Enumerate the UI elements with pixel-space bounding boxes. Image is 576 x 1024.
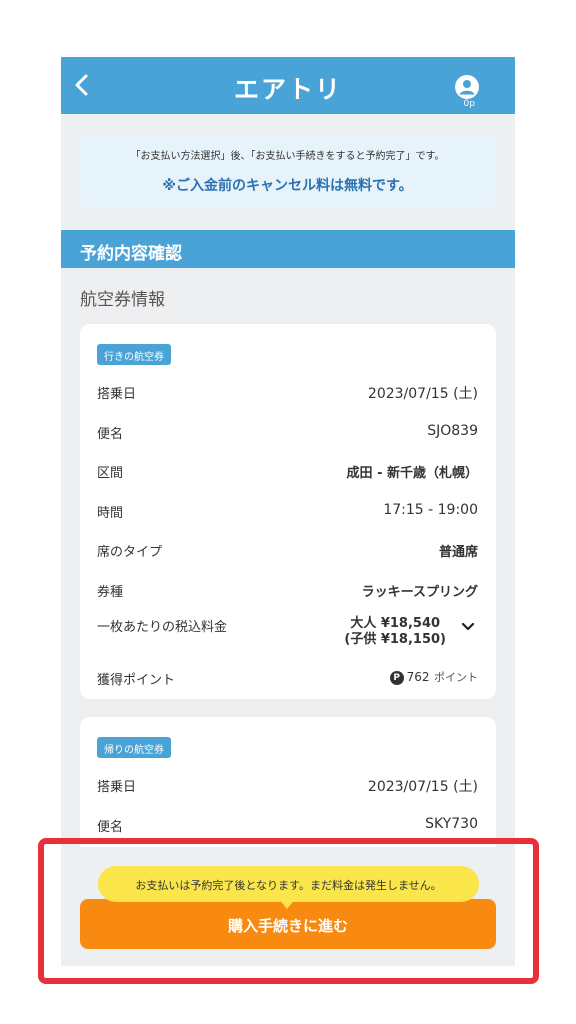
row-label: 席のタイプ	[97, 545, 163, 560]
payment-info-bubble: お支払いは予約完了後となります。まだ料金は発生しません。	[98, 866, 479, 902]
row-value: 17:15 - 19:00	[383, 502, 478, 518]
row-time: 時間 17:15 - 19:00	[97, 499, 478, 523]
free-cancel-text: ※ご入金前のキャンセル料は無料です。	[162, 178, 413, 194]
app-header: エアトリ 0p	[61, 57, 515, 114]
row-value: 2023/07/15 (土)	[367, 779, 478, 795]
row-label: 便名	[97, 820, 124, 835]
row-label: 獲得ポイント	[97, 673, 176, 688]
fare-child: (子供 ¥18,150)	[344, 632, 446, 647]
row-flight-number: 便名 SJO839	[97, 420, 478, 444]
row-label: 便名	[97, 427, 124, 442]
row-label: 時間	[97, 506, 124, 521]
user-circle-icon[interactable]	[455, 75, 479, 99]
app-screen: エアトリ 0p 「お支払い方法選択」後、「お支払い手続きをすると予約完了」です。…	[61, 57, 515, 966]
row-boarding-date: 搭乗日 2023/07/15 (土)	[97, 773, 478, 797]
row-value: ラッキースプリング	[361, 585, 478, 600]
points-badge: 0p	[463, 99, 475, 109]
row-value: SJO839	[427, 423, 478, 439]
points-p-icon: P	[389, 671, 404, 685]
row-value: 2023/07/15 (土)	[367, 386, 478, 402]
row-label: 搭乗日	[97, 780, 137, 795]
purchase-footer: お支払いは予約完了後となります。まだ料金は発生しません。 購入手続きに進む	[61, 847, 515, 966]
row-points: 獲得ポイント P 762 ポイント	[97, 666, 478, 690]
row-label: 一枚あたりの税込料金	[97, 620, 228, 635]
app-logo: エアトリ	[233, 75, 342, 104]
fare-adult: 大人 ¥18,540	[350, 616, 441, 631]
row-fare-price[interactable]: 一枚あたりの税込料金 大人 ¥18,540 (子供 ¥18,150)	[97, 616, 478, 656]
row-label: 券種	[97, 585, 124, 600]
bubble-tail	[279, 899, 295, 909]
row-boarding-date: 搭乗日 2023/07/15 (土)	[97, 380, 478, 404]
section-title: 予約内容確認	[61, 230, 515, 268]
row-value: 普通席	[438, 545, 478, 560]
row-value: 成田 - 新千歳（札幌）	[346, 466, 478, 481]
points-value: P 762 ポイント	[389, 669, 478, 685]
ticket-info-heading: 航空券情報	[80, 290, 165, 310]
return-tag: 帰りの航空券	[97, 737, 171, 758]
points-unit: ポイント	[434, 671, 478, 684]
row-flight-number: 便名 SKY730	[97, 813, 478, 837]
points-amount: 762	[406, 670, 430, 684]
return-ticket-card: 帰りの航空券 搭乗日 2023/07/15 (土) 便名 SKY730	[80, 717, 496, 857]
row-label: 区間	[97, 466, 124, 481]
outbound-ticket-card: 行きの航空券 搭乗日 2023/07/15 (土) 便名 SJO839 区間 成…	[80, 324, 496, 699]
row-seat-type: 席のタイプ 普通席	[97, 538, 478, 562]
chevron-down-icon[interactable]	[460, 619, 476, 635]
row-fare-type: 券種 ラッキースプリング	[97, 578, 478, 602]
notice-text: 「お支払い方法選択」後、「お支払い手続きをすると予約完了」です。	[130, 151, 445, 162]
fare-value: 大人 ¥18,540 (子供 ¥18,150)	[344, 616, 446, 648]
row-label: 搭乗日	[97, 387, 137, 402]
row-route: 区間 成田 - 新千歳（札幌）	[97, 459, 478, 483]
row-value: SKY730	[425, 816, 478, 832]
outbound-tag: 行きの航空券	[97, 344, 171, 365]
payment-notice: 「お支払い方法選択」後、「お支払い手続きをすると予約完了」です。 ※ご入金前のキ…	[80, 133, 495, 210]
